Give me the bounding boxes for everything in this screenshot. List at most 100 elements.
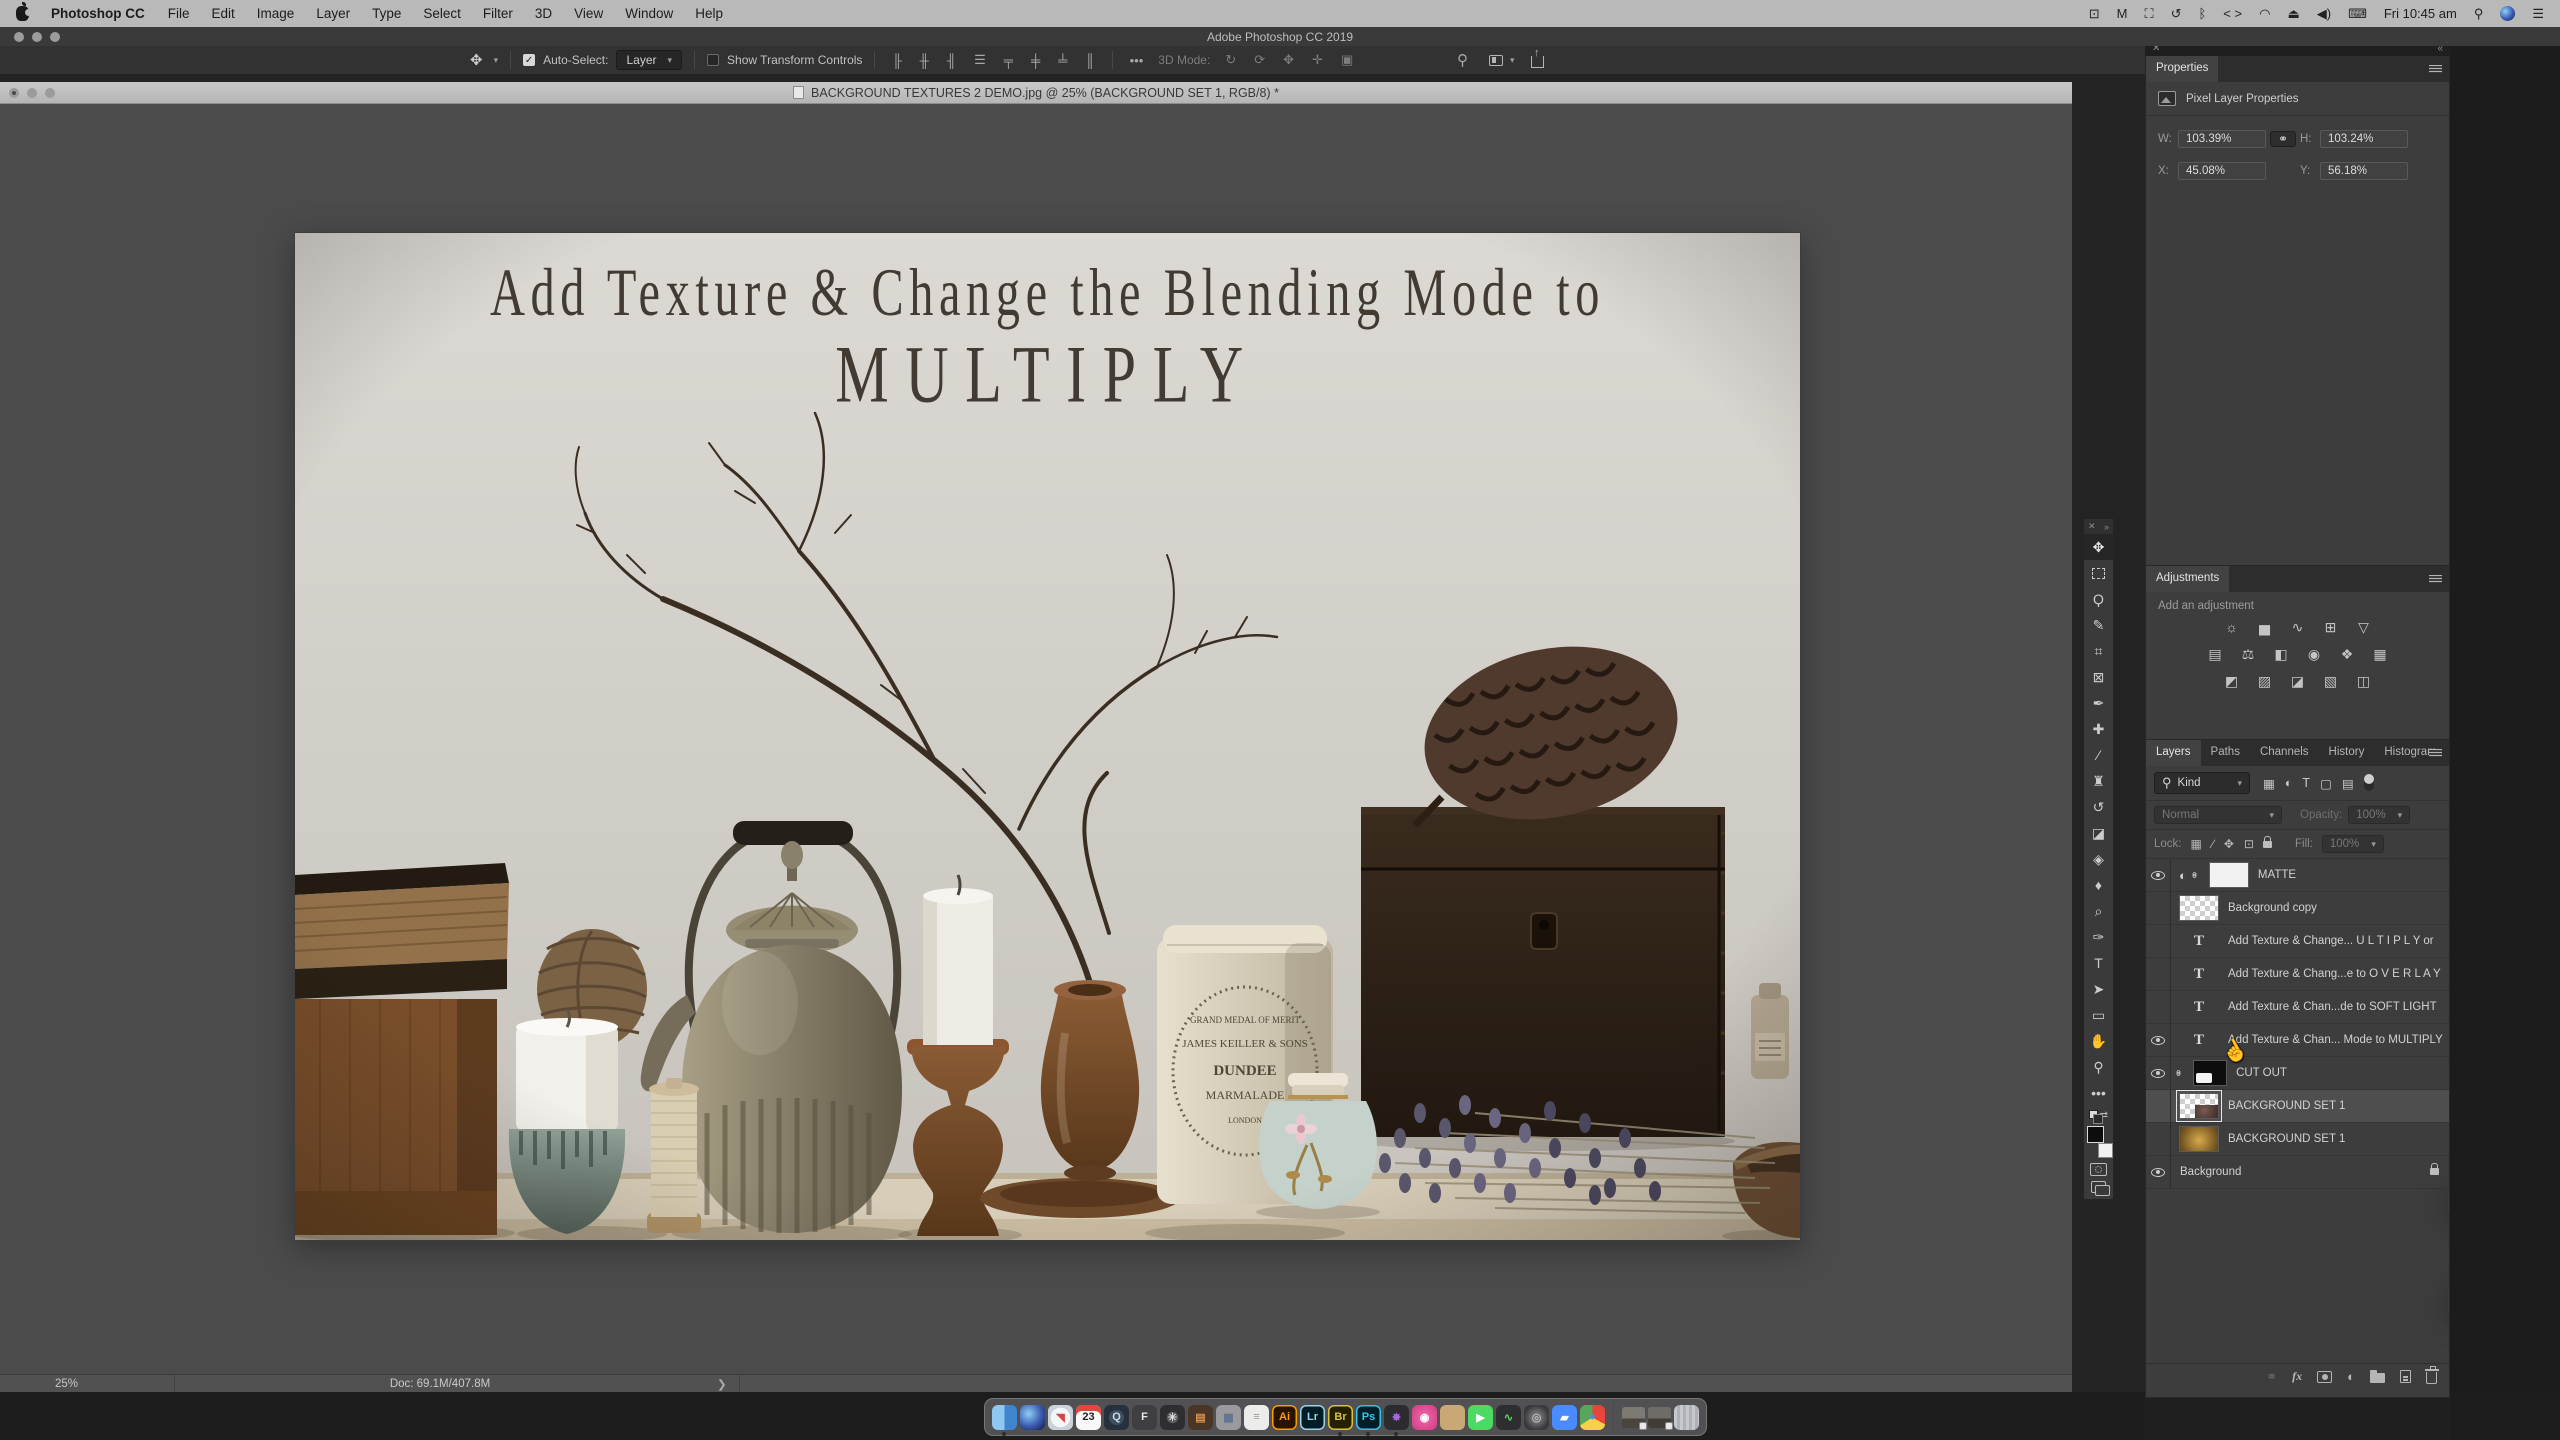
menu-file[interactable]: File: [157, 6, 201, 21]
document-window-controls[interactable]: [9, 88, 55, 98]
layer-name[interactable]: BACKGROUND SET 1: [2228, 1133, 2345, 1145]
minimize-window-icon[interactable]: [32, 31, 42, 42]
layer-row[interactable]: Background: [2146, 1156, 2449, 1189]
visibility-cell[interactable]: [2146, 1156, 2171, 1188]
layer-row[interactable]: BACKGROUND SET 1: [2146, 1090, 2449, 1123]
healing-brush-tool[interactable]: ✚: [2084, 716, 2113, 742]
align-horizontal-centers-icon[interactable]: ╫: [920, 53, 929, 68]
menu-image[interactable]: Image: [246, 6, 306, 21]
layer-thumbnail[interactable]: [2176, 1090, 2222, 1122]
levels-icon[interactable]: ▅: [2255, 619, 2275, 636]
malwarebytes-icon[interactable]: M: [2117, 7, 2128, 20]
lock-all-icon[interactable]: [2262, 835, 2272, 848]
menu-clock[interactable]: Fri 10:45 am: [2384, 6, 2457, 21]
black-white-icon[interactable]: ◧: [2271, 646, 2291, 663]
close-window-icon[interactable]: [14, 31, 24, 42]
menu-select[interactable]: Select: [412, 6, 472, 21]
siri-icon[interactable]: [2500, 6, 2516, 21]
quick-selection-tool[interactable]: ✎: [2084, 612, 2113, 638]
width-field[interactable]: 103.39%: [2178, 130, 2266, 148]
quick-mask-button[interactable]: [2090, 1163, 2107, 1176]
apple-menu-icon[interactable]: [16, 2, 32, 21]
layer-row[interactable]: Background copy: [2146, 892, 2449, 925]
menu-type[interactable]: Type: [361, 6, 412, 21]
tab-adjustments[interactable]: Adjustments: [2146, 566, 2230, 592]
filter-smart-objects-icon[interactable]: ▤: [2342, 776, 2354, 791]
show-transform-checkbox[interactable]: [707, 54, 720, 66]
spotlight-icon[interactable]: ⚲: [2474, 7, 2484, 20]
layer-name[interactable]: Background copy: [2228, 902, 2317, 914]
auto-select-dropdown[interactable]: Layer ▾: [616, 50, 683, 70]
menu-help[interactable]: Help: [684, 6, 734, 21]
layer-row[interactable]: T Add Texture & Chan... Mode to MULTIPLY: [2146, 1024, 2449, 1057]
3d-orbit-icon[interactable]: ↻: [1225, 52, 1236, 68]
layer-name[interactable]: BACKGROUND SET 1: [2228, 1100, 2345, 1112]
workspace-switcher[interactable]: ▾: [1489, 54, 1515, 66]
eye-icon[interactable]: [2151, 1167, 2165, 1177]
type-tool[interactable]: T: [2084, 950, 2113, 976]
menu-app-name[interactable]: Photoshop CC: [39, 6, 157, 21]
dock-calendar[interactable]: 23: [1076, 1404, 1101, 1430]
layer-name[interactable]: Background: [2180, 1166, 2241, 1178]
layer-name[interactable]: MATTE: [2258, 869, 2296, 881]
canvas-area[interactable]: GRAND MEDAL OF MERIT JAMES KEILLER & SON…: [0, 104, 2072, 1374]
lock-paint-icon[interactable]: ∕: [2212, 837, 2214, 851]
dock-garageband[interactable]: ◎: [1524, 1404, 1549, 1430]
history-brush-tool[interactable]: ↺: [2084, 794, 2113, 820]
dock-pages-app[interactable]: ≡: [1244, 1404, 1269, 1430]
tab-paths[interactable]: Paths: [2201, 740, 2250, 766]
posterize-icon[interactable]: ▨: [2255, 673, 2275, 690]
properties-menu-icon[interactable]: [2429, 65, 2442, 73]
photo-filter-icon[interactable]: ◉: [2304, 646, 2324, 663]
doc-minimize-icon[interactable]: [27, 88, 37, 98]
align-right-edges-icon[interactable]: ╢: [947, 53, 956, 68]
add-layer-mask-icon[interactable]: [2317, 1370, 2333, 1383]
gradient-tool[interactable]: ◈: [2084, 846, 2113, 872]
dock-video-reel-app[interactable]: ✸: [1384, 1404, 1409, 1436]
time-machine-icon[interactable]: ↺: [2171, 7, 2182, 20]
menu-layer[interactable]: Layer: [305, 6, 361, 21]
crop-tool[interactable]: ⌗: [2084, 638, 2113, 664]
dock-fontexplorer[interactable]: F: [1132, 1404, 1157, 1430]
3d-slide-icon[interactable]: ✛: [1312, 52, 1323, 68]
align-bottom-edges-icon[interactable]: ╧: [1058, 53, 1067, 68]
vibrance-icon[interactable]: ▽: [2354, 619, 2374, 636]
bluetooth-icon[interactable]: ᛒ: [2198, 7, 2206, 20]
align-left-edges-icon[interactable]: ╟: [892, 53, 901, 68]
visibility-cell[interactable]: [2146, 1090, 2171, 1122]
toolbar-close-icon[interactable]: ✕: [2088, 521, 2096, 532]
selective-color-icon[interactable]: ◫: [2354, 673, 2374, 690]
blend-mode-dropdown[interactable]: Normal ▾: [2154, 806, 2282, 824]
x-field[interactable]: 45.08%: [2178, 162, 2266, 180]
visibility-cell[interactable]: [2146, 892, 2171, 924]
layer-name[interactable]: CUT OUT: [2236, 1067, 2287, 1079]
zoom-tool[interactable]: ⚲: [2084, 1054, 2113, 1080]
3d-roll-icon[interactable]: ⟳: [1254, 52, 1265, 68]
layer-name[interactable]: Add Texture & Chan...de to SOFT LIGHT: [2228, 1001, 2437, 1013]
pen-tool[interactable]: ✑: [2084, 924, 2113, 950]
document-title-bar[interactable]: BACKGROUND TEXTURES 2 DEMO.jpg @ 25% (BA…: [0, 82, 2072, 104]
filter-pixel-layers-icon[interactable]: ▦: [2263, 776, 2275, 791]
layer-row[interactable]: T Add Texture & Chang...e to O V E R L A …: [2146, 958, 2449, 991]
visibility-cell[interactable]: [2146, 1024, 2171, 1056]
brush-tool[interactable]: ∕: [2084, 742, 2113, 768]
screen-mode-button[interactable]: [2091, 1181, 2110, 1196]
distribute-horizontal-icon[interactable]: ☰: [974, 52, 986, 68]
dock-safari[interactable]: ◥: [1048, 1404, 1073, 1430]
notification-center-icon[interactable]: ☰: [2532, 7, 2544, 20]
tab-layers[interactable]: Layers: [2146, 740, 2201, 766]
dock-quicktime[interactable]: Q: [1104, 1404, 1129, 1430]
align-top-edges-icon[interactable]: ╤: [1004, 53, 1013, 68]
rectangle-tool[interactable]: ▭: [2084, 1002, 2113, 1028]
layer-style-icon[interactable]: fx: [2292, 1369, 2302, 1384]
tool-preset-chevron-icon[interactable]: ▾: [494, 55, 499, 66]
edit-toolbar-button[interactable]: •••: [2084, 1080, 2113, 1106]
doc-close-icon[interactable]: [9, 88, 19, 98]
filter-adjustment-layers-icon[interactable]: ◐: [2285, 776, 2293, 791]
hand-tool[interactable]: ✋: [2084, 1028, 2113, 1054]
link-dimensions-icon[interactable]: ⚭: [2270, 131, 2296, 147]
eye-icon[interactable]: [2151, 870, 2165, 880]
tab-history[interactable]: History: [2319, 740, 2375, 766]
rectangular-marquee-tool[interactable]: [2084, 560, 2113, 586]
search-icon[interactable]: ⚲: [1457, 51, 1468, 69]
